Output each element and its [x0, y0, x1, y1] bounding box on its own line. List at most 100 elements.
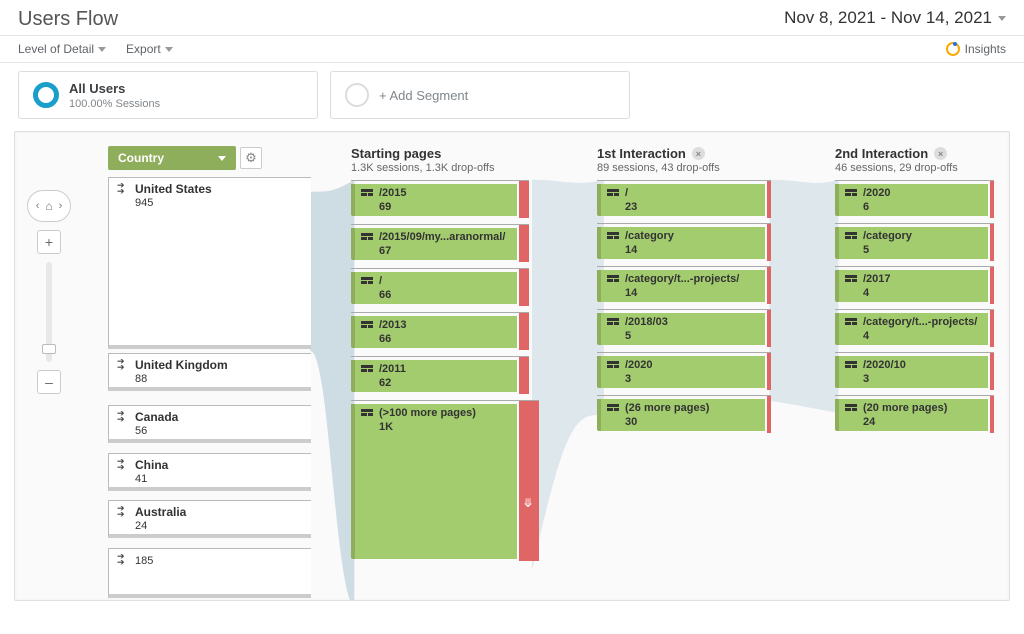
flow-node[interactable]: /201162 — [351, 356, 529, 394]
page-icon — [361, 363, 373, 389]
flow-node[interactable]: /2015/09/my...aranormal/67 — [351, 224, 529, 262]
zoom-out-button[interactable]: – — [37, 370, 61, 394]
column-title: Starting pages — [351, 146, 551, 161]
chevron-left-icon: ‹ — [36, 200, 40, 212]
drop-off-bar — [990, 352, 994, 390]
add-segment-button[interactable]: + Add Segment — [330, 71, 630, 119]
source-node[interactable]: Australia24 — [108, 500, 311, 538]
source-node[interactable]: United States945 — [108, 177, 311, 349]
flow-node[interactable]: /20206 — [835, 180, 994, 218]
source-node[interactable]: United Kingdom88 — [108, 353, 311, 391]
page-title: Users Flow — [18, 8, 118, 31]
drop-off-bar — [990, 395, 994, 433]
segment-all-users[interactable]: All Users 100.00% Sessions — [18, 71, 318, 119]
export-menu[interactable]: Export — [126, 42, 173, 56]
segments-bar: All Users 100.00% Sessions + Add Segment — [0, 63, 1024, 127]
drop-off-bar — [990, 223, 994, 261]
flow-node-label: / — [625, 187, 637, 199]
flow-node-value: 6 — [863, 201, 869, 213]
segment-detail: 100.00% Sessions — [69, 98, 160, 110]
flow-node-label: /2020/10 — [863, 359, 906, 371]
drop-off-bar — [519, 312, 529, 350]
flow-node[interactable]: (20 more pages)24 — [835, 395, 994, 433]
add-segment-label: + Add Segment — [379, 88, 468, 103]
page-icon — [361, 187, 373, 213]
insights-button[interactable]: Insights — [946, 42, 1006, 56]
column-subtitle: 1.3K sessions, 1.3K drop-offs — [351, 162, 551, 174]
source-name: China — [135, 459, 168, 472]
date-range-selector[interactable]: Nov 8, 2021 - Nov 14, 2021 — [784, 8, 1006, 28]
flow-node-value: 3 — [625, 373, 631, 385]
flow-node[interactable]: /2018/035 — [597, 309, 771, 347]
flow-node-value: 1K — [379, 421, 393, 433]
column-title: 1st Interaction× — [597, 146, 797, 161]
source-value: 185 — [135, 555, 153, 567]
flow-canvas[interactable]: ‹ ⌂ › + – Country ⚙ United States945 Uni… — [14, 131, 1010, 601]
segment-name: All Users — [69, 81, 160, 96]
insights-icon — [946, 42, 960, 56]
flow-node-value: 4 — [863, 287, 869, 299]
drop-off-bar — [519, 356, 529, 394]
flow-node-label: /category/t...-projects/ — [863, 316, 977, 328]
flow-node-value: 23 — [625, 201, 637, 213]
dimension-selector[interactable]: Country — [108, 146, 236, 170]
flow-node[interactable]: / 66 — [351, 268, 529, 306]
source-value: 41 — [135, 473, 147, 485]
page-icon — [361, 319, 373, 345]
page-icon — [607, 187, 619, 213]
source-node[interactable]: Canada56 — [108, 405, 311, 443]
page-icon — [607, 273, 619, 299]
drop-off-bar — [519, 180, 529, 218]
drop-off-bar — [767, 395, 771, 433]
flow-nav-home[interactable]: ‹ ⌂ › — [27, 190, 71, 222]
flow-node[interactable]: /201569 — [351, 180, 529, 218]
flow-node[interactable]: /20174 — [835, 266, 994, 304]
dimension-column: Country ⚙ — [108, 146, 278, 170]
level-of-detail-menu[interactable]: Level of Detail — [18, 42, 106, 56]
column-subtitle: 46 sessions, 29 drop-offs — [835, 162, 1010, 174]
drop-off-bar — [519, 400, 539, 561]
page-icon — [845, 230, 857, 256]
flow-node[interactable]: /category14 — [597, 223, 771, 261]
page-icon — [607, 402, 619, 428]
report-header: Users Flow Nov 8, 2021 - Nov 14, 2021 — [0, 0, 1024, 36]
flow-node[interactable]: / 23 — [597, 180, 771, 218]
remove-column-button[interactable]: × — [692, 147, 705, 160]
column-title: 2nd Interaction× — [835, 146, 1010, 161]
page-icon — [845, 187, 857, 213]
flow-node-label: (20 more pages) — [863, 402, 947, 414]
source-node[interactable]: 185 — [108, 548, 311, 598]
flow-node[interactable]: /category/t...-projects/14 — [597, 266, 771, 304]
dimension-settings-button[interactable]: ⚙ — [240, 147, 262, 169]
remove-column-button[interactable]: × — [934, 147, 947, 160]
flow-node[interactable]: (>100 more pages) 1K — [351, 400, 539, 561]
zoom-handle[interactable] — [42, 344, 56, 354]
flow-node[interactable]: /201366 — [351, 312, 529, 350]
flow-nav-controls: ‹ ⌂ › + – — [27, 190, 71, 394]
page-icon — [607, 316, 619, 342]
flow-node-value: 69 — [379, 201, 391, 213]
flow-node-value: 66 — [379, 289, 391, 301]
flow-node[interactable]: (26 more pages)30 — [597, 395, 771, 433]
flow-node-label: (>100 more pages) — [379, 407, 476, 419]
page-icon — [845, 359, 857, 385]
flow-node[interactable]: /2020/103 — [835, 352, 994, 390]
flow-node[interactable]: /2020 3 — [597, 352, 771, 390]
drop-off-bar — [990, 309, 994, 347]
segment-circle-icon — [33, 82, 59, 108]
flow-node[interactable]: /category/t...-projects/4 — [835, 309, 994, 347]
column-2nd-interaction: 2nd Interaction× 46 sessions, 29 drop-of… — [835, 146, 1010, 174]
flow-node-label: / — [379, 275, 391, 287]
flow-node-label: /2020 — [625, 359, 653, 371]
page-icon — [607, 230, 619, 256]
column-1st-interaction: 1st Interaction× 89 sessions, 43 drop-of… — [597, 146, 797, 174]
source-node[interactable]: China41 — [108, 453, 311, 491]
chevron-down-icon — [98, 47, 106, 52]
flow-node[interactable]: /category5 — [835, 223, 994, 261]
zoom-in-button[interactable]: + — [37, 230, 61, 254]
chevron-down-icon — [165, 47, 173, 52]
source-value: 56 — [135, 425, 147, 437]
toolbar: Level of Detail Export Insights — [0, 36, 1024, 63]
page-icon — [607, 359, 619, 385]
zoom-slider[interactable] — [46, 262, 52, 362]
